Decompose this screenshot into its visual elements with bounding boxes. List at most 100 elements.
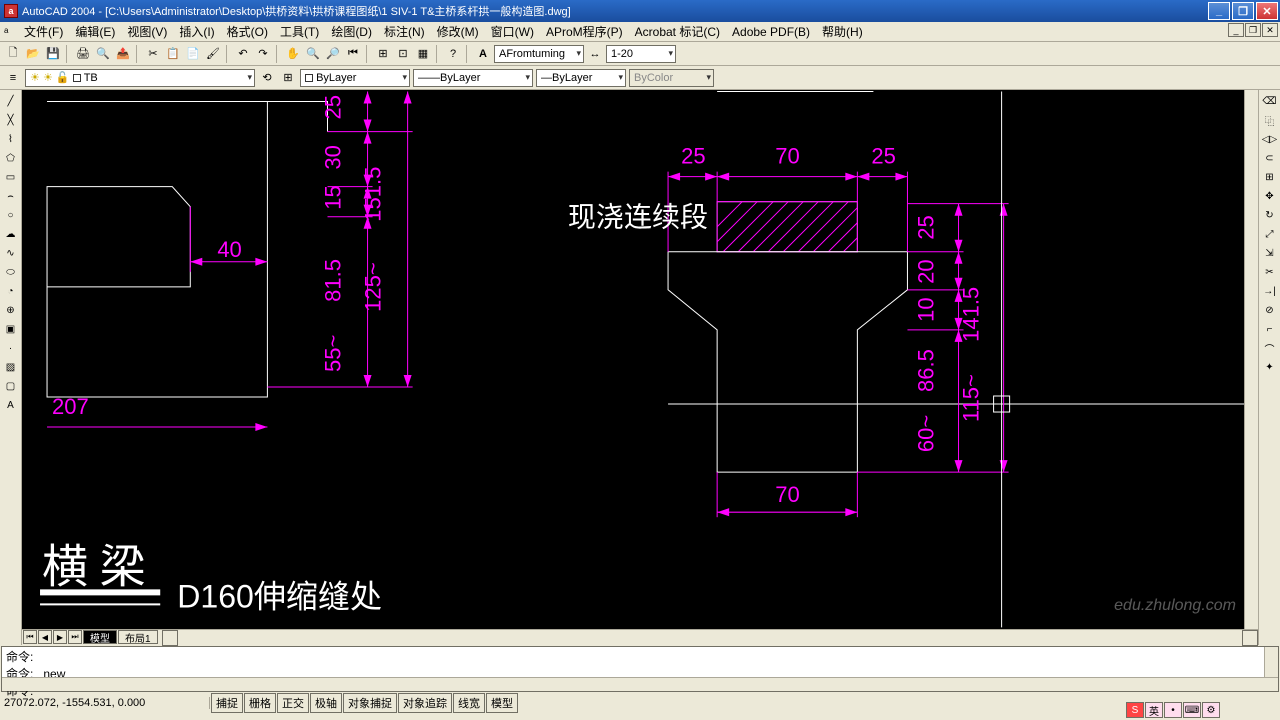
tab-layout1[interactable]: 布局1	[118, 630, 158, 644]
horizontal-scrollbar[interactable]	[162, 630, 1258, 644]
move-tool[interactable]: ✥	[1261, 187, 1279, 205]
paste-button[interactable]: 📄	[184, 45, 202, 63]
tab-last-button[interactable]: ⏭	[68, 630, 82, 644]
menu-format[interactable]: 格式(O)	[221, 21, 274, 42]
preview-button[interactable]: 🔍	[94, 45, 112, 63]
line-tool[interactable]: ╱	[2, 92, 20, 110]
redo-button[interactable]: ↷	[254, 45, 272, 63]
cmd-hscroll[interactable]	[2, 677, 1278, 691]
menu-file[interactable]: 文件(F)	[18, 21, 69, 42]
menu-aprom[interactable]: AProM程序(P)	[540, 21, 629, 42]
trim-tool[interactable]: ✂	[1261, 263, 1279, 281]
ellipsearc-tool[interactable]: ◔	[2, 282, 20, 300]
properties-button[interactable]: ⊞	[374, 45, 392, 63]
chamfer-tool[interactable]: ⌐	[1261, 320, 1279, 338]
menu-pdf[interactable]: Adobe PDF(B)	[726, 23, 816, 41]
vertical-scrollbar[interactable]	[1244, 90, 1258, 629]
tab-model[interactable]: 模型	[83, 630, 117, 644]
drawing-canvas[interactable]: 40 207	[22, 90, 1244, 629]
fillet-tool[interactable]: ⌒	[1261, 339, 1279, 357]
stretch-tool[interactable]: ⇲	[1261, 244, 1279, 262]
linetype-dropdown[interactable]: —— ByLayer	[413, 69, 533, 87]
polygon-tool[interactable]: ⬠	[2, 149, 20, 167]
mirror-tool[interactable]: ◁▷	[1261, 130, 1279, 148]
spline-tool[interactable]: ∿	[2, 244, 20, 262]
menu-modify[interactable]: 修改(M)	[431, 21, 485, 42]
explode-tool[interactable]: ✦	[1261, 358, 1279, 376]
layer-dropdown[interactable]: ☀ ☀ 🔓 TB	[25, 69, 255, 87]
ime-mode[interactable]: •	[1164, 702, 1182, 718]
help-button[interactable]: ?	[444, 45, 462, 63]
doc-close-button[interactable]: ✕	[1262, 23, 1278, 37]
plotstyle-dropdown[interactable]: ByColor	[629, 69, 714, 87]
tab-prev-button[interactable]: ◀	[38, 630, 52, 644]
dimstyle-icon[interactable]: ↔	[586, 45, 604, 63]
menu-view[interactable]: 视图(V)	[121, 21, 173, 42]
rotate-tool[interactable]: ↻	[1261, 206, 1279, 224]
array-tool[interactable]: ⊞	[1261, 168, 1279, 186]
copy-tool[interactable]: ⿻	[1261, 111, 1279, 129]
break-tool[interactable]: ⊘	[1261, 301, 1279, 319]
ellipse-tool[interactable]: ⬭	[2, 263, 20, 281]
menu-tools[interactable]: 工具(T)	[274, 21, 325, 42]
close-button[interactable]: ✕	[1256, 2, 1278, 20]
new-button[interactable]: 🗋	[4, 45, 22, 63]
text-tool[interactable]: A	[2, 396, 20, 414]
tab-next-button[interactable]: ▶	[53, 630, 67, 644]
save-button[interactable]: 💾	[44, 45, 62, 63]
erase-tool[interactable]: ⌫	[1261, 92, 1279, 110]
doc-minimize-button[interactable]: _	[1228, 23, 1244, 37]
offset-tool[interactable]: ⊂	[1261, 149, 1279, 167]
matchprop-button[interactable]: 🖌	[204, 45, 222, 63]
undo-button[interactable]: ↶	[234, 45, 252, 63]
menu-insert[interactable]: 插入(I)	[173, 21, 220, 42]
zoom-rt-button[interactable]: 🔍	[304, 45, 322, 63]
circle-tool[interactable]: ○	[2, 206, 20, 224]
hatch-tool[interactable]: ▨	[2, 358, 20, 376]
minimize-button[interactable]: _	[1208, 2, 1230, 20]
menu-edit[interactable]: 编辑(E)	[69, 21, 121, 42]
zoom-win-button[interactable]: 🔎	[324, 45, 342, 63]
maximize-button[interactable]: ❐	[1232, 2, 1254, 20]
print-button[interactable]: 🖨	[74, 45, 92, 63]
scale-tool[interactable]: ⤢	[1261, 225, 1279, 243]
arc-tool[interactable]: ⌢	[2, 187, 20, 205]
rectangle-tool[interactable]: ▭	[2, 168, 20, 186]
layer-manager-button[interactable]: ≡	[4, 69, 22, 87]
menu-acrobat[interactable]: Acrobat 标记(C)	[629, 21, 726, 42]
menu-window[interactable]: 窗口(W)	[485, 21, 540, 42]
pline-tool[interactable]: ⌇	[2, 130, 20, 148]
layer-prev-button[interactable]: ⟲	[258, 69, 276, 87]
command-window[interactable]: 命令: 命令: _new 命令:	[1, 646, 1279, 692]
xline-tool[interactable]: ╳	[2, 111, 20, 129]
menu-help[interactable]: 帮助(H)	[816, 21, 869, 42]
dimscale-dropdown[interactable]: 1-20	[606, 45, 676, 63]
ime-lang[interactable]: 英	[1145, 702, 1163, 718]
textstyle-icon[interactable]: A	[474, 45, 492, 63]
doc-restore-button[interactable]: ❐	[1245, 23, 1261, 37]
menu-draw[interactable]: 绘图(D)	[325, 21, 378, 42]
insert-tool[interactable]: ⊕	[2, 301, 20, 319]
ime-set[interactable]: ⚙	[1202, 702, 1220, 718]
zoom-prev-button[interactable]: ⏮	[344, 45, 362, 63]
tab-first-button[interactable]: ⏮	[23, 630, 37, 644]
block-tool[interactable]: ▣	[2, 320, 20, 338]
revcloud-tool[interactable]: ☁	[2, 225, 20, 243]
designcenter-button[interactable]: ⊡	[394, 45, 412, 63]
copy-button[interactable]: 📋	[164, 45, 182, 63]
color-dropdown[interactable]: ByLayer	[300, 69, 410, 87]
menu-dim[interactable]: 标注(N)	[378, 21, 431, 42]
region-tool[interactable]: ▢	[2, 377, 20, 395]
lineweight-dropdown[interactable]: — ByLayer	[536, 69, 626, 87]
textstyle-dropdown[interactable]: AFromtuming	[494, 45, 584, 63]
cut-button[interactable]: ✂	[144, 45, 162, 63]
cmd-vscroll[interactable]	[1264, 647, 1278, 677]
point-tool[interactable]: ·	[2, 339, 20, 357]
publish-button[interactable]: 📤	[114, 45, 132, 63]
ime-icon[interactable]: S	[1126, 702, 1144, 718]
open-button[interactable]: 📂	[24, 45, 42, 63]
layer-states-button[interactable]: ⊞	[279, 69, 297, 87]
pan-button[interactable]: ✋	[284, 45, 302, 63]
ime-kb[interactable]: ⌨	[1183, 702, 1201, 718]
toolpalettes-button[interactable]: ▦	[414, 45, 432, 63]
